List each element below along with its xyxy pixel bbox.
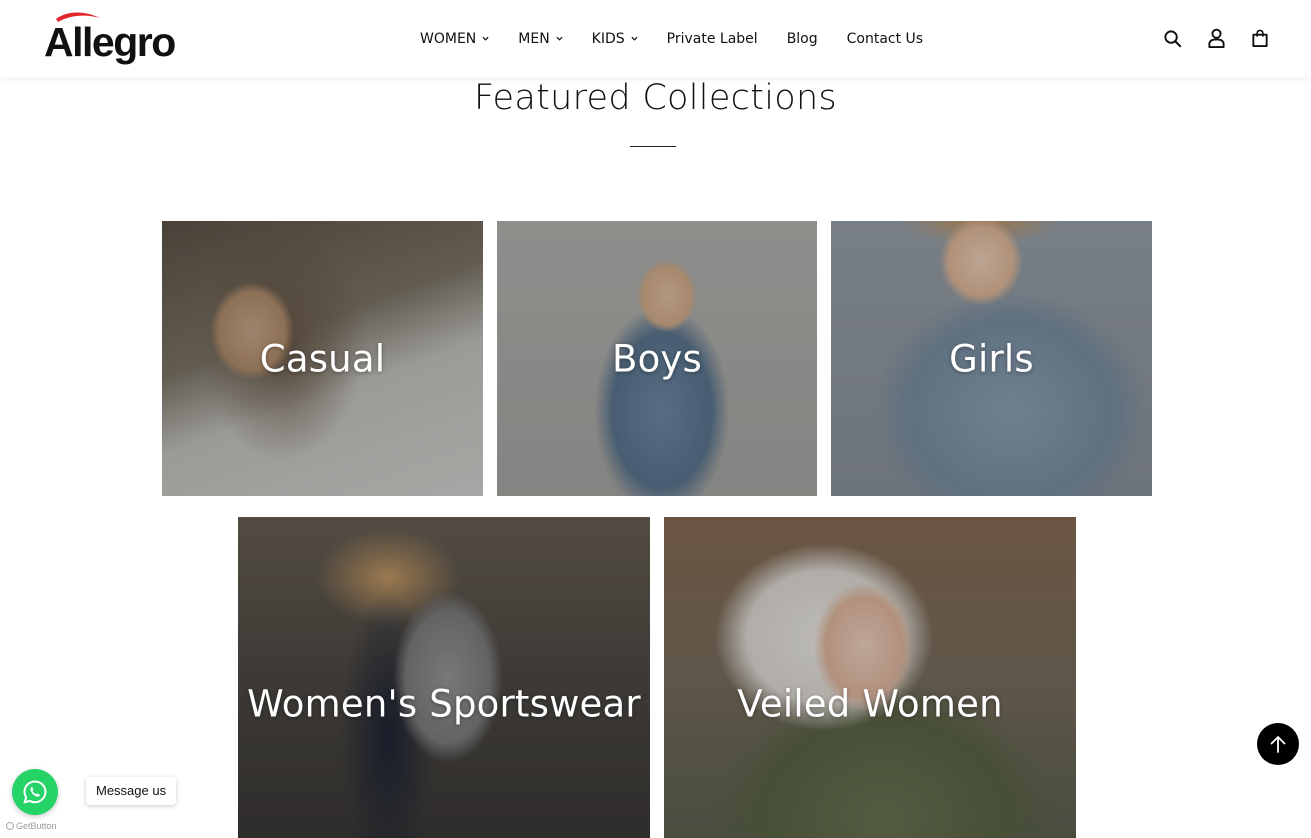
nav-item-label: Blog <box>786 30 818 47</box>
whatsapp-icon <box>23 780 47 804</box>
nav-item-contact-us[interactable]: Contact Us <box>847 31 923 47</box>
getbutton-label: GetButton <box>16 821 57 831</box>
search-icon[interactable] <box>1161 27 1183 49</box>
nav-item-blog[interactable]: Blog <box>787 31 818 47</box>
getbutton-credit[interactable]: GetButton <box>6 821 57 831</box>
section-title: Featured Collections <box>474 78 837 118</box>
collection-card-womens-sportswear[interactable]: Women's Sportswear <box>238 517 650 838</box>
nav-item-label: Private Label <box>666 30 758 47</box>
title-divider <box>630 146 676 147</box>
whatsapp-button[interactable] <box>12 769 58 815</box>
whatsapp-tooltip[interactable]: Message us <box>86 777 177 805</box>
collection-label: Boys <box>612 337 702 380</box>
collection-card-boys[interactable]: Boys <box>497 221 817 496</box>
collection-label: Veiled Women <box>737 682 1003 726</box>
collection-label: Women's Sportswear <box>247 682 641 726</box>
shopping-bag-icon[interactable] <box>1249 27 1271 49</box>
site-header: Allegro WOMEN MEN KIDS Private Label Blo… <box>0 0 1311 77</box>
nav-item-men[interactable]: MEN <box>518 30 563 47</box>
main-nav: WOMEN MEN KIDS Private Label Blog Contac… <box>420 0 952 77</box>
scroll-to-top-button[interactable] <box>1257 723 1299 765</box>
arrow-up-icon <box>1270 736 1286 753</box>
getbutton-icon <box>6 822 14 830</box>
collection-label: Girls <box>949 337 1034 380</box>
nav-item-label: Contact Us <box>846 30 924 47</box>
nav-item-label: WOMEN <box>420 30 477 47</box>
collection-label: Casual <box>259 337 386 380</box>
nav-item-private-label[interactable]: Private Label <box>667 31 758 47</box>
collection-card-girls[interactable]: Girls <box>831 221 1152 496</box>
brand-logo[interactable]: Allegro <box>44 10 176 68</box>
collection-card-veiled-women[interactable]: Veiled Women <box>664 517 1076 838</box>
collection-card-casual[interactable]: Casual <box>162 221 483 496</box>
logo-text: Allegro <box>44 19 176 65</box>
nav-item-label: MEN <box>518 30 550 47</box>
chevron-down-icon <box>556 36 563 41</box>
user-icon[interactable] <box>1205 27 1227 49</box>
nav-item-women[interactable]: WOMEN <box>420 31 489 47</box>
nav-item-kids[interactable]: KIDS <box>592 31 638 47</box>
nav-item-label: KIDS <box>591 30 625 47</box>
header-icons <box>1139 27 1271 49</box>
chevron-down-icon <box>482 36 489 41</box>
chevron-down-icon <box>631 36 638 41</box>
